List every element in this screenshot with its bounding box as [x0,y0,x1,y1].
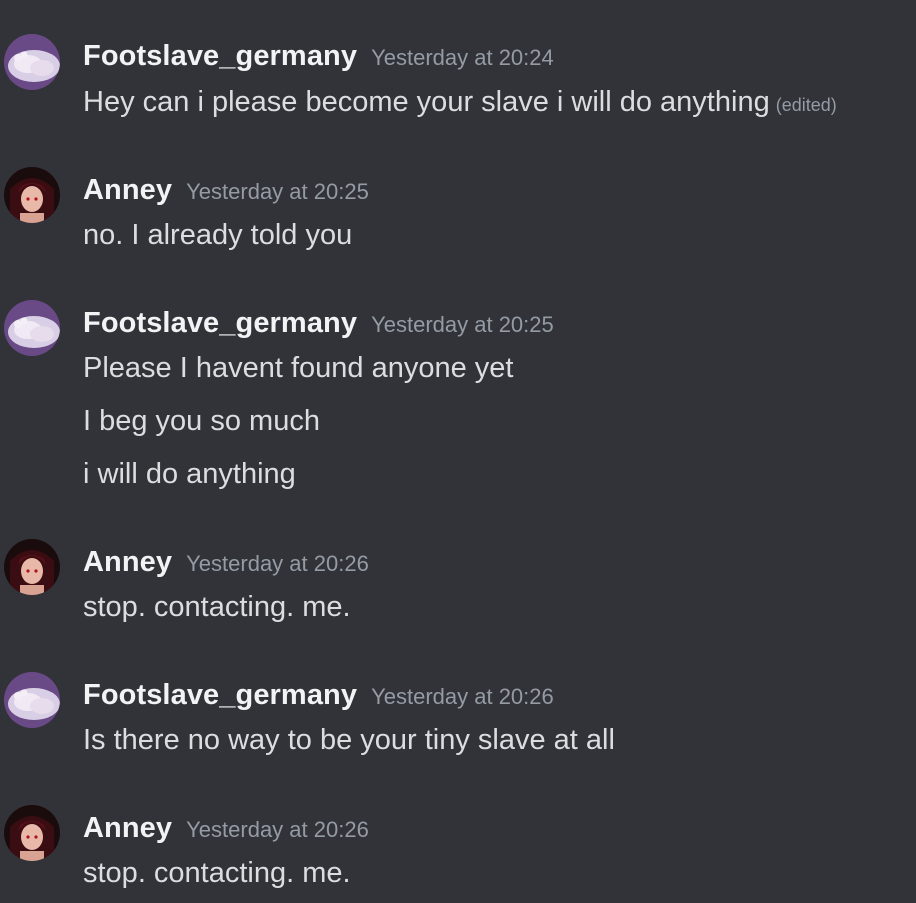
anime-girl-avatar-icon [4,167,60,223]
message-content: no. I already told you [83,217,352,253]
username[interactable]: Footslave_germany [83,40,357,72]
feet-photo-avatar-icon [4,34,60,90]
message-list: Footslave_germany Yesterday at 20:24 Hey … [0,0,916,903]
message-text: I beg you so much [83,405,320,437]
anime-girl-avatar-icon [4,539,60,595]
message-content: Please I havent found anyone yet [83,350,513,386]
message-content: Is there no way to be your tiny slave at… [83,722,615,758]
message-header: Footslave_germany Yesterday at 20:26 [83,677,554,713]
message-text: Hey can i please become your slave i wil… [83,86,770,118]
username[interactable]: Footslave_germany [83,307,357,339]
username[interactable]: Anney [83,812,172,844]
message-text: no. I already told you [83,219,353,251]
message-content: stop. contacting. me. [83,855,351,891]
message-content: stop. contacting. me. [83,589,351,625]
feet-photo-avatar-icon [4,300,60,356]
username[interactable]: Anney [83,546,172,578]
avatar-footslave[interactable] [4,672,60,728]
message-content: I beg you so much [83,403,320,439]
message-header: Anney Yesterday at 20:26 [83,810,369,846]
message-text: i will do anything [83,458,296,490]
timestamp[interactable]: Yesterday at 20:25 [186,179,369,204]
timestamp[interactable]: Yesterday at 20:26 [186,817,369,842]
avatar-footslave[interactable] [4,34,60,90]
avatar-footslave[interactable] [4,300,60,356]
message-text: stop. contacting. me. [83,591,351,623]
avatar-anney[interactable] [4,539,60,595]
message-header: Footslave_germany Yesterday at 20:25 [83,305,554,341]
username[interactable]: Footslave_germany [83,679,357,711]
message-content: Hey can i please become your slave i wil… [83,84,837,120]
avatar-anney[interactable] [4,805,60,861]
username[interactable]: Anney [83,174,172,206]
message-text: stop. contacting. me. [83,857,351,889]
message-text: Is there no way to be your tiny slave at… [83,724,615,756]
message-header: Anney Yesterday at 20:26 [83,544,369,580]
feet-photo-avatar-icon [4,672,60,728]
timestamp[interactable]: Yesterday at 20:25 [371,312,554,337]
avatar-anney[interactable] [4,167,60,223]
message-text: Please I havent found anyone yet [83,352,514,384]
timestamp[interactable]: Yesterday at 20:24 [371,45,554,70]
timestamp[interactable]: Yesterday at 20:26 [371,684,554,709]
message-content: i will do anything [83,456,296,492]
edited-label: (edited) [775,95,837,115]
anime-girl-avatar-icon [4,805,60,861]
timestamp[interactable]: Yesterday at 20:26 [186,551,369,576]
message-header: Anney Yesterday at 20:25 [83,172,369,208]
message-header: Footslave_germany Yesterday at 20:24 [83,38,554,74]
